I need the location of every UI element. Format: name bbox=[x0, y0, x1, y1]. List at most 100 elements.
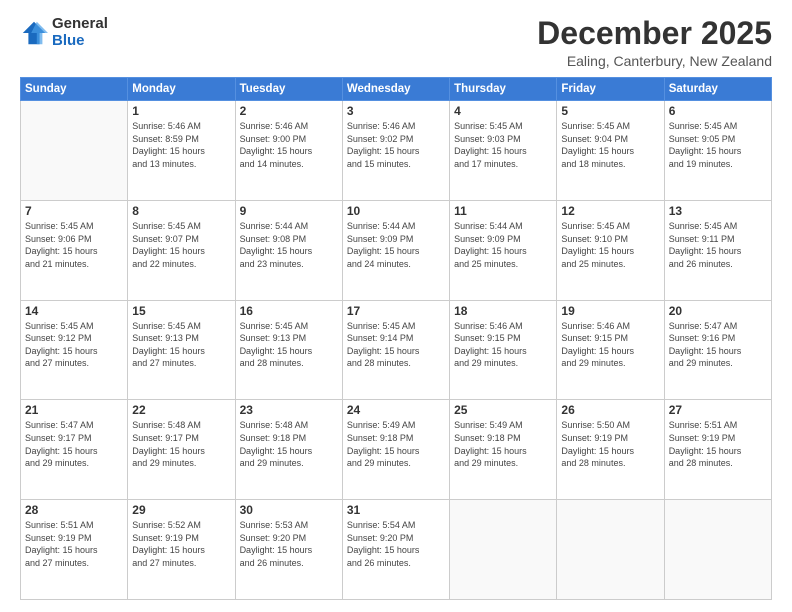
calendar-cell: 6Sunrise: 5:45 AM Sunset: 9:05 PM Daylig… bbox=[664, 101, 771, 201]
month-title: December 2025 bbox=[537, 16, 772, 51]
calendar-cell: 27 Sunrise: 5:51 AM Sunset: 9:19 PM Dayli… bbox=[664, 400, 771, 500]
day-number: 24 bbox=[347, 403, 445, 417]
header-monday: Monday bbox=[128, 78, 235, 101]
day-info: Sunrise: 5:49 AM Sunset: 9:18 PM Dayligh… bbox=[454, 419, 552, 469]
day-number: 26 bbox=[561, 403, 659, 417]
day-info: Sunrise: 5:45 AM Sunset: 9:04 PM Dayligh… bbox=[561, 120, 659, 170]
calendar-cell: 10 Sunrise: 5:44 AM Sunset: 9:09 PM Dayli… bbox=[342, 200, 449, 300]
calendar-cell: 19Sunrise: 5:46 AM Sunset: 9:15 PM Dayli… bbox=[557, 300, 664, 400]
day-number: 22 bbox=[132, 403, 230, 417]
day-info: Sunrise: 5:53 AM Sunset: 9:20 PM Dayligh… bbox=[240, 519, 338, 569]
calendar-week-row: 28Sunrise: 5:51 AM Sunset: 9:19 PM Dayli… bbox=[21, 500, 772, 600]
day-number: 15 bbox=[132, 304, 230, 318]
day-info: Sunrise: 5:50 AM Sunset: 9:19 PM Dayligh… bbox=[561, 419, 659, 469]
day-info: Sunrise: 5:48 AM Sunset: 9:17 PM Dayligh… bbox=[132, 419, 230, 469]
calendar-cell: 20 Sunrise: 5:47 AM Sunset: 9:16 PM Dayli… bbox=[664, 300, 771, 400]
calendar-week-row: 14Sunrise: 5:45 AM Sunset: 9:12 PM Dayli… bbox=[21, 300, 772, 400]
day-info: Sunrise: 5:44 AM Sunset: 9:08 PM Dayligh… bbox=[240, 220, 338, 270]
day-number: 30 bbox=[240, 503, 338, 517]
logo-blue-text: Blue bbox=[52, 33, 108, 50]
calendar-cell: 3Sunrise: 5:46 AM Sunset: 9:02 PM Daylig… bbox=[342, 101, 449, 201]
header-right: December 2025 Ealing, Canterbury, New Ze… bbox=[537, 16, 772, 69]
calendar-cell: 4 Sunrise: 5:45 AM Sunset: 9:03 PM Daylig… bbox=[450, 101, 557, 201]
calendar-cell: 26 Sunrise: 5:50 AM Sunset: 9:19 PM Dayli… bbox=[557, 400, 664, 500]
day-number: 2 bbox=[240, 104, 338, 118]
calendar-cell bbox=[21, 101, 128, 201]
calendar-cell: 16 Sunrise: 5:45 AM Sunset: 9:13 PM Dayli… bbox=[235, 300, 342, 400]
logo: General Blue bbox=[20, 16, 108, 49]
header-wednesday: Wednesday bbox=[342, 78, 449, 101]
calendar-cell: 14Sunrise: 5:45 AM Sunset: 9:12 PM Dayli… bbox=[21, 300, 128, 400]
header-saturday: Saturday bbox=[664, 78, 771, 101]
calendar: Sunday Monday Tuesday Wednesday Thursday… bbox=[20, 77, 772, 600]
day-number: 16 bbox=[240, 304, 338, 318]
day-number: 4 bbox=[454, 104, 552, 118]
day-info: Sunrise: 5:46 AM Sunset: 9:00 PM Dayligh… bbox=[240, 120, 338, 170]
day-info: Sunrise: 5:47 AM Sunset: 9:17 PM Dayligh… bbox=[25, 419, 123, 469]
calendar-cell: 24 Sunrise: 5:49 AM Sunset: 9:18 PM Dayli… bbox=[342, 400, 449, 500]
day-info: Sunrise: 5:45 AM Sunset: 9:13 PM Dayligh… bbox=[132, 320, 230, 370]
calendar-cell: 31Sunrise: 5:54 AM Sunset: 9:20 PM Dayli… bbox=[342, 500, 449, 600]
calendar-cell: 30 Sunrise: 5:53 AM Sunset: 9:20 PM Dayli… bbox=[235, 500, 342, 600]
day-info: Sunrise: 5:45 AM Sunset: 9:06 PM Dayligh… bbox=[25, 220, 123, 270]
day-info: Sunrise: 5:44 AM Sunset: 9:09 PM Dayligh… bbox=[454, 220, 552, 270]
calendar-cell: 18Sunrise: 5:46 AM Sunset: 9:15 PM Dayli… bbox=[450, 300, 557, 400]
day-info: Sunrise: 5:52 AM Sunset: 9:19 PM Dayligh… bbox=[132, 519, 230, 569]
day-number: 23 bbox=[240, 403, 338, 417]
day-info: Sunrise: 5:51 AM Sunset: 9:19 PM Dayligh… bbox=[25, 519, 123, 569]
day-info: Sunrise: 5:47 AM Sunset: 9:16 PM Dayligh… bbox=[669, 320, 767, 370]
day-number: 29 bbox=[132, 503, 230, 517]
calendar-cell: 15 Sunrise: 5:45 AM Sunset: 9:13 PM Dayli… bbox=[128, 300, 235, 400]
day-number: 10 bbox=[347, 204, 445, 218]
day-number: 21 bbox=[25, 403, 123, 417]
calendar-week-row: 1Sunrise: 5:46 AM Sunset: 8:59 PM Daylig… bbox=[21, 101, 772, 201]
header-tuesday: Tuesday bbox=[235, 78, 342, 101]
day-number: 19 bbox=[561, 304, 659, 318]
calendar-cell bbox=[664, 500, 771, 600]
calendar-cell: 29 Sunrise: 5:52 AM Sunset: 9:19 PM Dayli… bbox=[128, 500, 235, 600]
day-info: Sunrise: 5:45 AM Sunset: 9:11 PM Dayligh… bbox=[669, 220, 767, 270]
header: General Blue December 2025 Ealing, Cante… bbox=[20, 16, 772, 69]
day-number: 27 bbox=[669, 403, 767, 417]
day-info: Sunrise: 5:45 AM Sunset: 9:03 PM Dayligh… bbox=[454, 120, 552, 170]
location: Ealing, Canterbury, New Zealand bbox=[537, 53, 772, 69]
day-number: 11 bbox=[454, 204, 552, 218]
page: General Blue December 2025 Ealing, Cante… bbox=[0, 0, 792, 612]
calendar-cell: 23Sunrise: 5:48 AM Sunset: 9:18 PM Dayli… bbox=[235, 400, 342, 500]
day-number: 6 bbox=[669, 104, 767, 118]
calendar-cell bbox=[450, 500, 557, 600]
calendar-cell: 2 Sunrise: 5:46 AM Sunset: 9:00 PM Daylig… bbox=[235, 101, 342, 201]
day-number: 25 bbox=[454, 403, 552, 417]
day-info: Sunrise: 5:44 AM Sunset: 9:09 PM Dayligh… bbox=[347, 220, 445, 270]
calendar-cell: 21 Sunrise: 5:47 AM Sunset: 9:17 PM Dayli… bbox=[21, 400, 128, 500]
day-info: Sunrise: 5:45 AM Sunset: 9:13 PM Dayligh… bbox=[240, 320, 338, 370]
day-info: Sunrise: 5:45 AM Sunset: 9:10 PM Dayligh… bbox=[561, 220, 659, 270]
day-number: 20 bbox=[669, 304, 767, 318]
calendar-cell: 25 Sunrise: 5:49 AM Sunset: 9:18 PM Dayli… bbox=[450, 400, 557, 500]
day-number: 13 bbox=[669, 204, 767, 218]
header-thursday: Thursday bbox=[450, 78, 557, 101]
day-info: Sunrise: 5:45 AM Sunset: 9:14 PM Dayligh… bbox=[347, 320, 445, 370]
calendar-cell: 7Sunrise: 5:45 AM Sunset: 9:06 PM Daylig… bbox=[21, 200, 128, 300]
day-info: Sunrise: 5:51 AM Sunset: 9:19 PM Dayligh… bbox=[669, 419, 767, 469]
day-number: 17 bbox=[347, 304, 445, 318]
day-info: Sunrise: 5:46 AM Sunset: 9:15 PM Dayligh… bbox=[454, 320, 552, 370]
day-number: 5 bbox=[561, 104, 659, 118]
calendar-week-row: 21 Sunrise: 5:47 AM Sunset: 9:17 PM Dayli… bbox=[21, 400, 772, 500]
day-info: Sunrise: 5:45 AM Sunset: 9:07 PM Dayligh… bbox=[132, 220, 230, 270]
calendar-cell: 28Sunrise: 5:51 AM Sunset: 9:19 PM Dayli… bbox=[21, 500, 128, 600]
calendar-cell: 5 Sunrise: 5:45 AM Sunset: 9:04 PM Daylig… bbox=[557, 101, 664, 201]
day-number: 8 bbox=[132, 204, 230, 218]
day-info: Sunrise: 5:49 AM Sunset: 9:18 PM Dayligh… bbox=[347, 419, 445, 469]
calendar-cell bbox=[557, 500, 664, 600]
day-number: 14 bbox=[25, 304, 123, 318]
weekday-header-row: Sunday Monday Tuesday Wednesday Thursday… bbox=[21, 78, 772, 101]
logo-text: General Blue bbox=[52, 16, 108, 49]
day-number: 12 bbox=[561, 204, 659, 218]
calendar-week-row: 7Sunrise: 5:45 AM Sunset: 9:06 PM Daylig… bbox=[21, 200, 772, 300]
calendar-cell: 11 Sunrise: 5:44 AM Sunset: 9:09 PM Dayli… bbox=[450, 200, 557, 300]
header-friday: Friday bbox=[557, 78, 664, 101]
logo-icon bbox=[20, 19, 48, 47]
calendar-cell: 9Sunrise: 5:44 AM Sunset: 9:08 PM Daylig… bbox=[235, 200, 342, 300]
day-info: Sunrise: 5:54 AM Sunset: 9:20 PM Dayligh… bbox=[347, 519, 445, 569]
